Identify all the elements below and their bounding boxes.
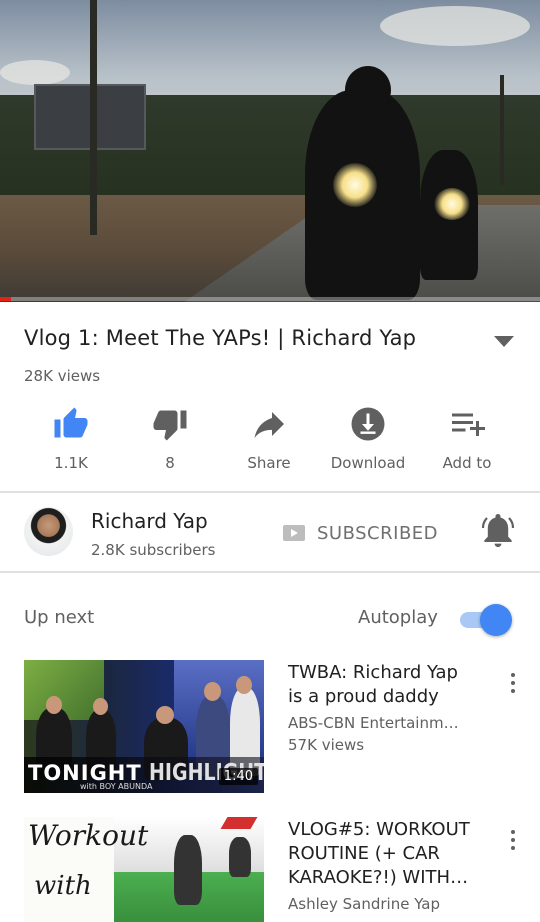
dislike-count: 8 (165, 454, 175, 472)
divider (0, 571, 540, 573)
share-icon (254, 412, 284, 438)
video-duration: 1:40 (218, 768, 258, 785)
thumbs-down-icon (153, 410, 187, 441)
youtube-play-icon (283, 525, 305, 541)
video-player[interactable] (0, 0, 540, 302)
video-frame-headlight (333, 163, 377, 207)
video-title-row[interactable]: Vlog 1: Meet The YAPs! | Richard Yap (24, 326, 524, 358)
thumbnail-text: with BOY ABUNDA (80, 782, 153, 791)
video-channel: Ashley Sandrine Yap (288, 895, 441, 913)
progress-bar-track[interactable] (0, 297, 540, 301)
video-frame-pole (500, 75, 504, 185)
subscribed-label: SUBSCRIBED (317, 522, 439, 544)
thumbnail-face (93, 698, 108, 715)
video-title[interactable]: TWBA: Richard Yap is a proud daddy (288, 661, 488, 709)
video-frame-headlight (434, 188, 470, 220)
video-actions: 1.1K 8 Share Download Add to (0, 400, 540, 480)
dislike-button[interactable]: 8 (120, 400, 220, 480)
thumbnail-text: Workout (28, 819, 149, 852)
autoplay-toggle-knob (480, 604, 512, 636)
channel-avatar[interactable] (24, 507, 73, 556)
video-frame-pole (90, 0, 97, 235)
video-frame-cloud (0, 60, 70, 85)
download-icon (351, 407, 385, 441)
notification-bell-icon[interactable] (482, 514, 514, 548)
channel-name[interactable]: Richard Yap (91, 509, 208, 533)
thumbnail-text: with (34, 871, 92, 901)
subscribed-button[interactable]: SUBSCRIBED (283, 518, 438, 548)
video-title-line: KARAOKE?!) WITH… (288, 867, 469, 888)
playlist-add-icon (452, 413, 485, 436)
add-to-label: Add to (442, 454, 492, 472)
video-frame-rider-helmet (345, 66, 391, 114)
download-label: Download (330, 454, 406, 472)
video-title[interactable]: VLOG#5: WORKOUT ROUTINE (+ CAR KARAOKE?!… (288, 818, 488, 890)
more-options-icon[interactable] (505, 827, 521, 853)
list-item[interactable]: TONIGHT HIGHLIGHTS with BOY ABUNDA 1:40 … (0, 660, 540, 800)
list-item[interactable]: Workout with VLOG#5: WORKOUT ROUTINE (+ … (0, 817, 540, 922)
video-frame-cloud (380, 6, 530, 46)
autoplay-label: Autoplay (358, 607, 438, 628)
subscriber-count: 2.8K subscribers (91, 541, 216, 559)
up-next-label: Up next (24, 607, 95, 628)
thumbnail-face (156, 706, 174, 724)
view-count: 28K views (24, 367, 101, 385)
progress-bar-fill (0, 297, 11, 301)
thumbnail-face (204, 682, 221, 701)
thumbs-up-icon (54, 407, 88, 438)
video-thumbnail[interactable]: Workout with (24, 817, 264, 922)
like-button[interactable]: 1.1K (21, 400, 121, 480)
video-title: Vlog 1: Meet The YAPs! | Richard Yap (24, 326, 417, 350)
more-options-icon[interactable] (505, 670, 521, 696)
like-count: 1.1K (54, 454, 88, 472)
thumbnail-person (174, 835, 202, 905)
download-button[interactable]: Download (318, 400, 418, 480)
video-views: 57K views (288, 736, 365, 754)
thumbnail-face (236, 676, 252, 694)
divider (0, 491, 540, 493)
video-title-line: VLOG#5: WORKOUT (288, 819, 470, 840)
video-thumbnail[interactable]: TONIGHT HIGHLIGHTS with BOY ABUNDA 1:40 (24, 660, 264, 793)
thumbnail-person (229, 837, 251, 877)
expand-description-icon[interactable] (494, 336, 514, 348)
video-title-line: is a proud daddy (288, 686, 439, 707)
autoplay-toggle[interactable] (460, 604, 512, 636)
video-title-line: ROUTINE (+ CAR (288, 843, 440, 864)
add-to-playlist-button[interactable]: Add to (417, 400, 517, 480)
thumbnail-face (46, 696, 62, 714)
share-button[interactable]: Share (219, 400, 319, 480)
video-title-line: TWBA: Richard Yap (288, 662, 458, 683)
share-label: Share (247, 454, 291, 472)
video-channel: ABS-CBN Entertainm… (288, 714, 459, 732)
